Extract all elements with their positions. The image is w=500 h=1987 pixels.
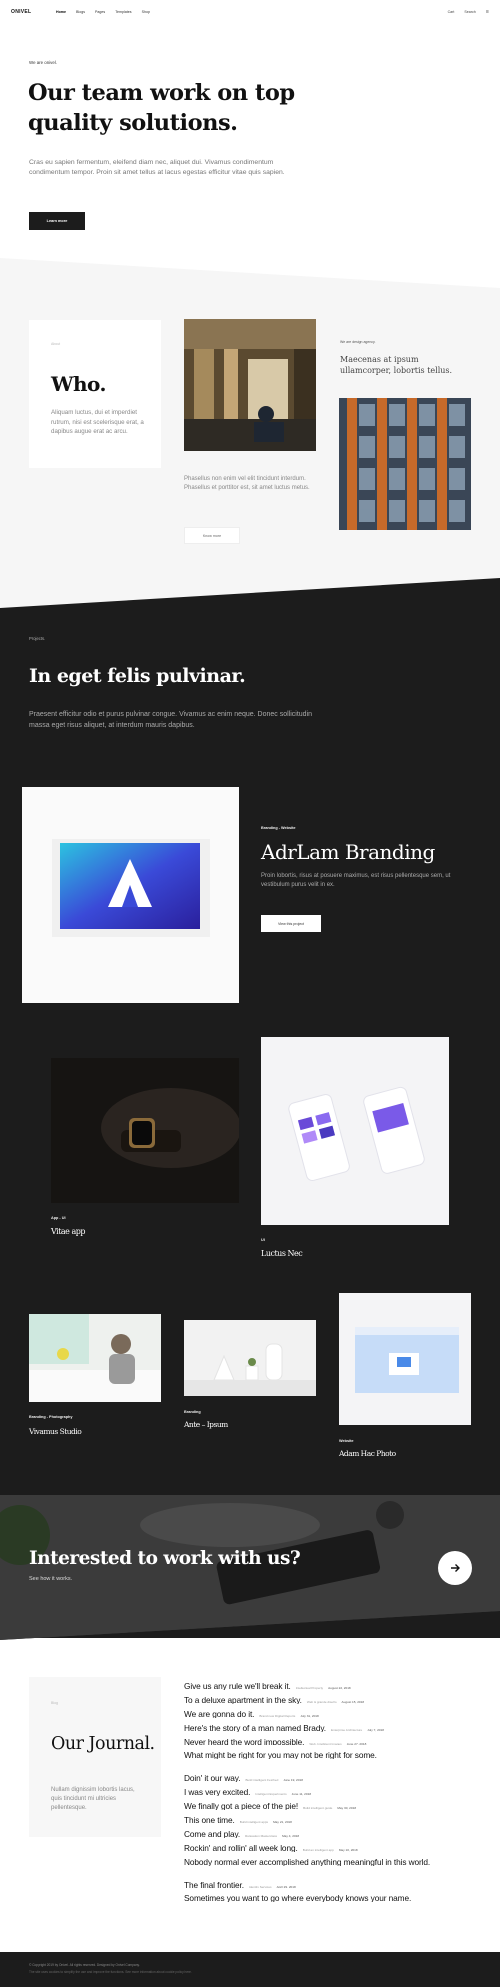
journal-card: Blog Our Journal. Nullam dignissim lobor… — [29, 1677, 161, 1837]
journal-post-title[interactable]: What might be right for you may not be r… — [184, 1750, 377, 1759]
journal-post-title[interactable]: Here's the story of a man named Brady. — [184, 1723, 326, 1732]
journal-post[interactable]: Never heard the word impossible. Web, Int… — [184, 1732, 484, 1746]
journal-post-meta-row: Intellectual SecurityApril 22, 2018 — [184, 1902, 484, 1911]
project-image-adam[interactable] — [339, 1293, 471, 1425]
project-category-vitae: App - UI — [51, 1216, 66, 1220]
journal-post[interactable]: To a deluxe apartment in the sky. Web & g… — [184, 1690, 484, 1704]
project-category-ante: Branding — [184, 1410, 201, 1414]
journal-post[interactable]: The final frontier. Identity Services Apri… — [184, 1875, 484, 1889]
building-image — [339, 398, 471, 530]
featured-text: Proin lobortis, risus at posuere maximus… — [261, 873, 451, 888]
project-image-vitae[interactable] — [51, 1058, 239, 1203]
nav-blogs[interactable]: Blogs — [76, 10, 85, 14]
project-title-vivamus[interactable]: Vivamus Studio — [29, 1427, 82, 1436]
view-project-button[interactable]: View this project — [261, 915, 321, 932]
journal-post[interactable]: Here's the story of a man named Brady. En… — [184, 1718, 484, 1732]
projects-eyebrow: Projects. — [29, 636, 46, 641]
project-title-luctus[interactable]: Luctus Nec — [261, 1249, 303, 1258]
footer-cookie-note: The site uses cookies to simplify the us… — [29, 1970, 192, 1974]
learn-more-button[interactable]: Learn more — [29, 212, 85, 230]
journal-post-title[interactable]: Give us any rule we'll break it. — [184, 1681, 291, 1690]
journal-post-meta-row: Build an end-to-end flowJune 23, 2018 — [184, 1759, 484, 1768]
project-category-luctus: UI — [261, 1238, 265, 1242]
journal-post-title[interactable]: To a deluxe apartment in the sky. — [184, 1695, 302, 1704]
nav-home[interactable]: Home — [56, 10, 66, 14]
project-image-ante[interactable] — [184, 1320, 316, 1396]
featured-category: Branding - Website — [261, 826, 296, 830]
journal-post-title[interactable]: Come and play. — [184, 1829, 240, 1838]
site-logo[interactable]: ONIVEL — [11, 9, 31, 15]
journal-post-category: Enterprise Architecture — [330, 1727, 363, 1732]
project-category-vivamus: Branding - Photography — [29, 1415, 73, 1419]
journal-post[interactable]: This one time. Build intelligent apps May … — [184, 1810, 484, 1824]
journal-eyebrow: Blog — [51, 1701, 59, 1705]
journal-post-title[interactable]: I was very excited. — [184, 1787, 250, 1796]
projects-text: Praesent efficitur odio et purus pulvina… — [29, 711, 313, 729]
journal-post[interactable]: Sometimes you want to go where everybody… — [184, 1888, 484, 1902]
journal-post-title[interactable]: We are gonna do it. — [184, 1709, 254, 1718]
journal-post-title[interactable]: The final frontier. — [184, 1880, 244, 1889]
projects-title: In eget felis pulvinar. — [29, 665, 246, 687]
cta-arrow-button[interactable] — [438, 1551, 472, 1585]
journal-text: Nullam dignissim lobortis lacus, quis ti… — [51, 1787, 135, 1811]
journal-post-title[interactable]: This one time. — [184, 1815, 235, 1824]
cart-link[interactable]: Cart — [448, 10, 455, 14]
site-header: ONIVEL Home Blogs Pages Templates Shop C… — [0, 0, 500, 26]
menu-icon[interactable]: ☰ — [486, 10, 489, 14]
journal-post-title[interactable]: Doin' it our way. — [184, 1773, 241, 1782]
journal-post-title[interactable]: We finally got a piece of the pie! — [184, 1801, 298, 1810]
journal-post-title[interactable]: Nobody normal ever accomplished anything… — [184, 1857, 430, 1866]
journal-post-date: May 30, 2018 — [337, 1806, 357, 1811]
know-more-button[interactable]: Know more — [184, 527, 240, 544]
journal-post-title[interactable]: Rockin' and rollin' all week long. — [184, 1843, 298, 1852]
journal-post-title[interactable]: Sometimes you want to go where everybody… — [184, 1893, 411, 1902]
featured-project-image[interactable] — [22, 787, 239, 1003]
journal-post-meta-row: Design effects RoomsMay 5, 2018 — [184, 1866, 484, 1875]
journal-post[interactable]: We finally got a piece of the pie! Build … — [184, 1796, 484, 1810]
journal-post[interactable]: Come and play. Relaxation Masterclass May … — [184, 1824, 484, 1838]
journal-post[interactable]: Rockin' and rollin' all week long. Build … — [184, 1838, 484, 1852]
project-title-vitae[interactable]: Vitae app — [51, 1227, 85, 1236]
journal-post-date: August 15, 2018 — [341, 1699, 365, 1704]
journal-post-category: Build intelligent guide — [303, 1806, 333, 1811]
project-title-ante[interactable]: Ante – Ipsum — [184, 1420, 228, 1429]
about-caption: Phasellus non enim vel elit tincidunt in… — [184, 476, 310, 491]
about-title: Who. — [51, 372, 106, 396]
journal-post-title[interactable]: Never heard the word impossible. — [184, 1737, 305, 1746]
journal-post[interactable]: Nobody normal ever accomplished anything… — [184, 1852, 484, 1866]
hero-text: Cras eu sapien fermentum, eleifend diam … — [29, 159, 285, 176]
about-eyebrow: About — [51, 342, 61, 346]
cta-subtitle: See how it works. — [29, 1576, 73, 1582]
main-nav: Home Blogs Pages Templates Shop — [56, 10, 150, 14]
header-actions: Cart Search ☰ — [448, 10, 489, 14]
nav-shop[interactable]: Shop — [142, 10, 150, 14]
about-card: About Who. Aliquam luctus, dui et imperd… — [29, 320, 161, 468]
journal-post[interactable]: I was very excited. Intelligent Experimen… — [184, 1782, 484, 1796]
agency-label: We are design agency. — [340, 340, 376, 344]
journal-post[interactable]: We are gonna do it. Brand new Digital Rep… — [184, 1704, 484, 1718]
nav-pages[interactable]: Pages — [95, 10, 105, 14]
featured-title[interactable]: AdrLam Branding — [261, 840, 435, 864]
arrow-right-icon — [451, 1564, 460, 1572]
search-link[interactable]: Search — [464, 10, 475, 14]
hero-title: Our team work on top quality solutions. — [28, 80, 295, 136]
project-image-luctus[interactable] — [261, 1037, 449, 1225]
journal-post-date: July 7, 2018 — [367, 1727, 384, 1732]
project-image-vivamus[interactable] — [29, 1314, 161, 1402]
hero-eyebrow: We are onivel. — [29, 60, 57, 65]
project-title-adam[interactable]: Adam Hac Photo — [339, 1449, 396, 1458]
journal-post[interactable]: Give us any rule we'll break it. Intellec… — [184, 1676, 484, 1690]
nav-templates[interactable]: Templates — [115, 10, 131, 14]
cta-title: Interested to work with us? — [29, 1548, 301, 1569]
journal-post-list: Give us any rule we'll break it. Intellec… — [184, 1676, 484, 1911]
journal-title: Our Journal. — [51, 1734, 155, 1754]
journal-post[interactable]: What might be right for you may not be r… — [184, 1745, 484, 1759]
office-image — [184, 319, 316, 451]
footer-copyright: © Copyright 2019 by Onivel. All rights r… — [29, 1963, 140, 1967]
agency-title: Maecenas at ipsum ullamcorper, lobortis … — [340, 355, 453, 375]
journal-post[interactable]: Doin' it our way. Build intelligent Fetch… — [184, 1768, 484, 1782]
about-text: Aliquam luctus, dui et imperdiet rutrum,… — [51, 409, 144, 435]
project-category-adam: Website — [339, 1439, 354, 1443]
